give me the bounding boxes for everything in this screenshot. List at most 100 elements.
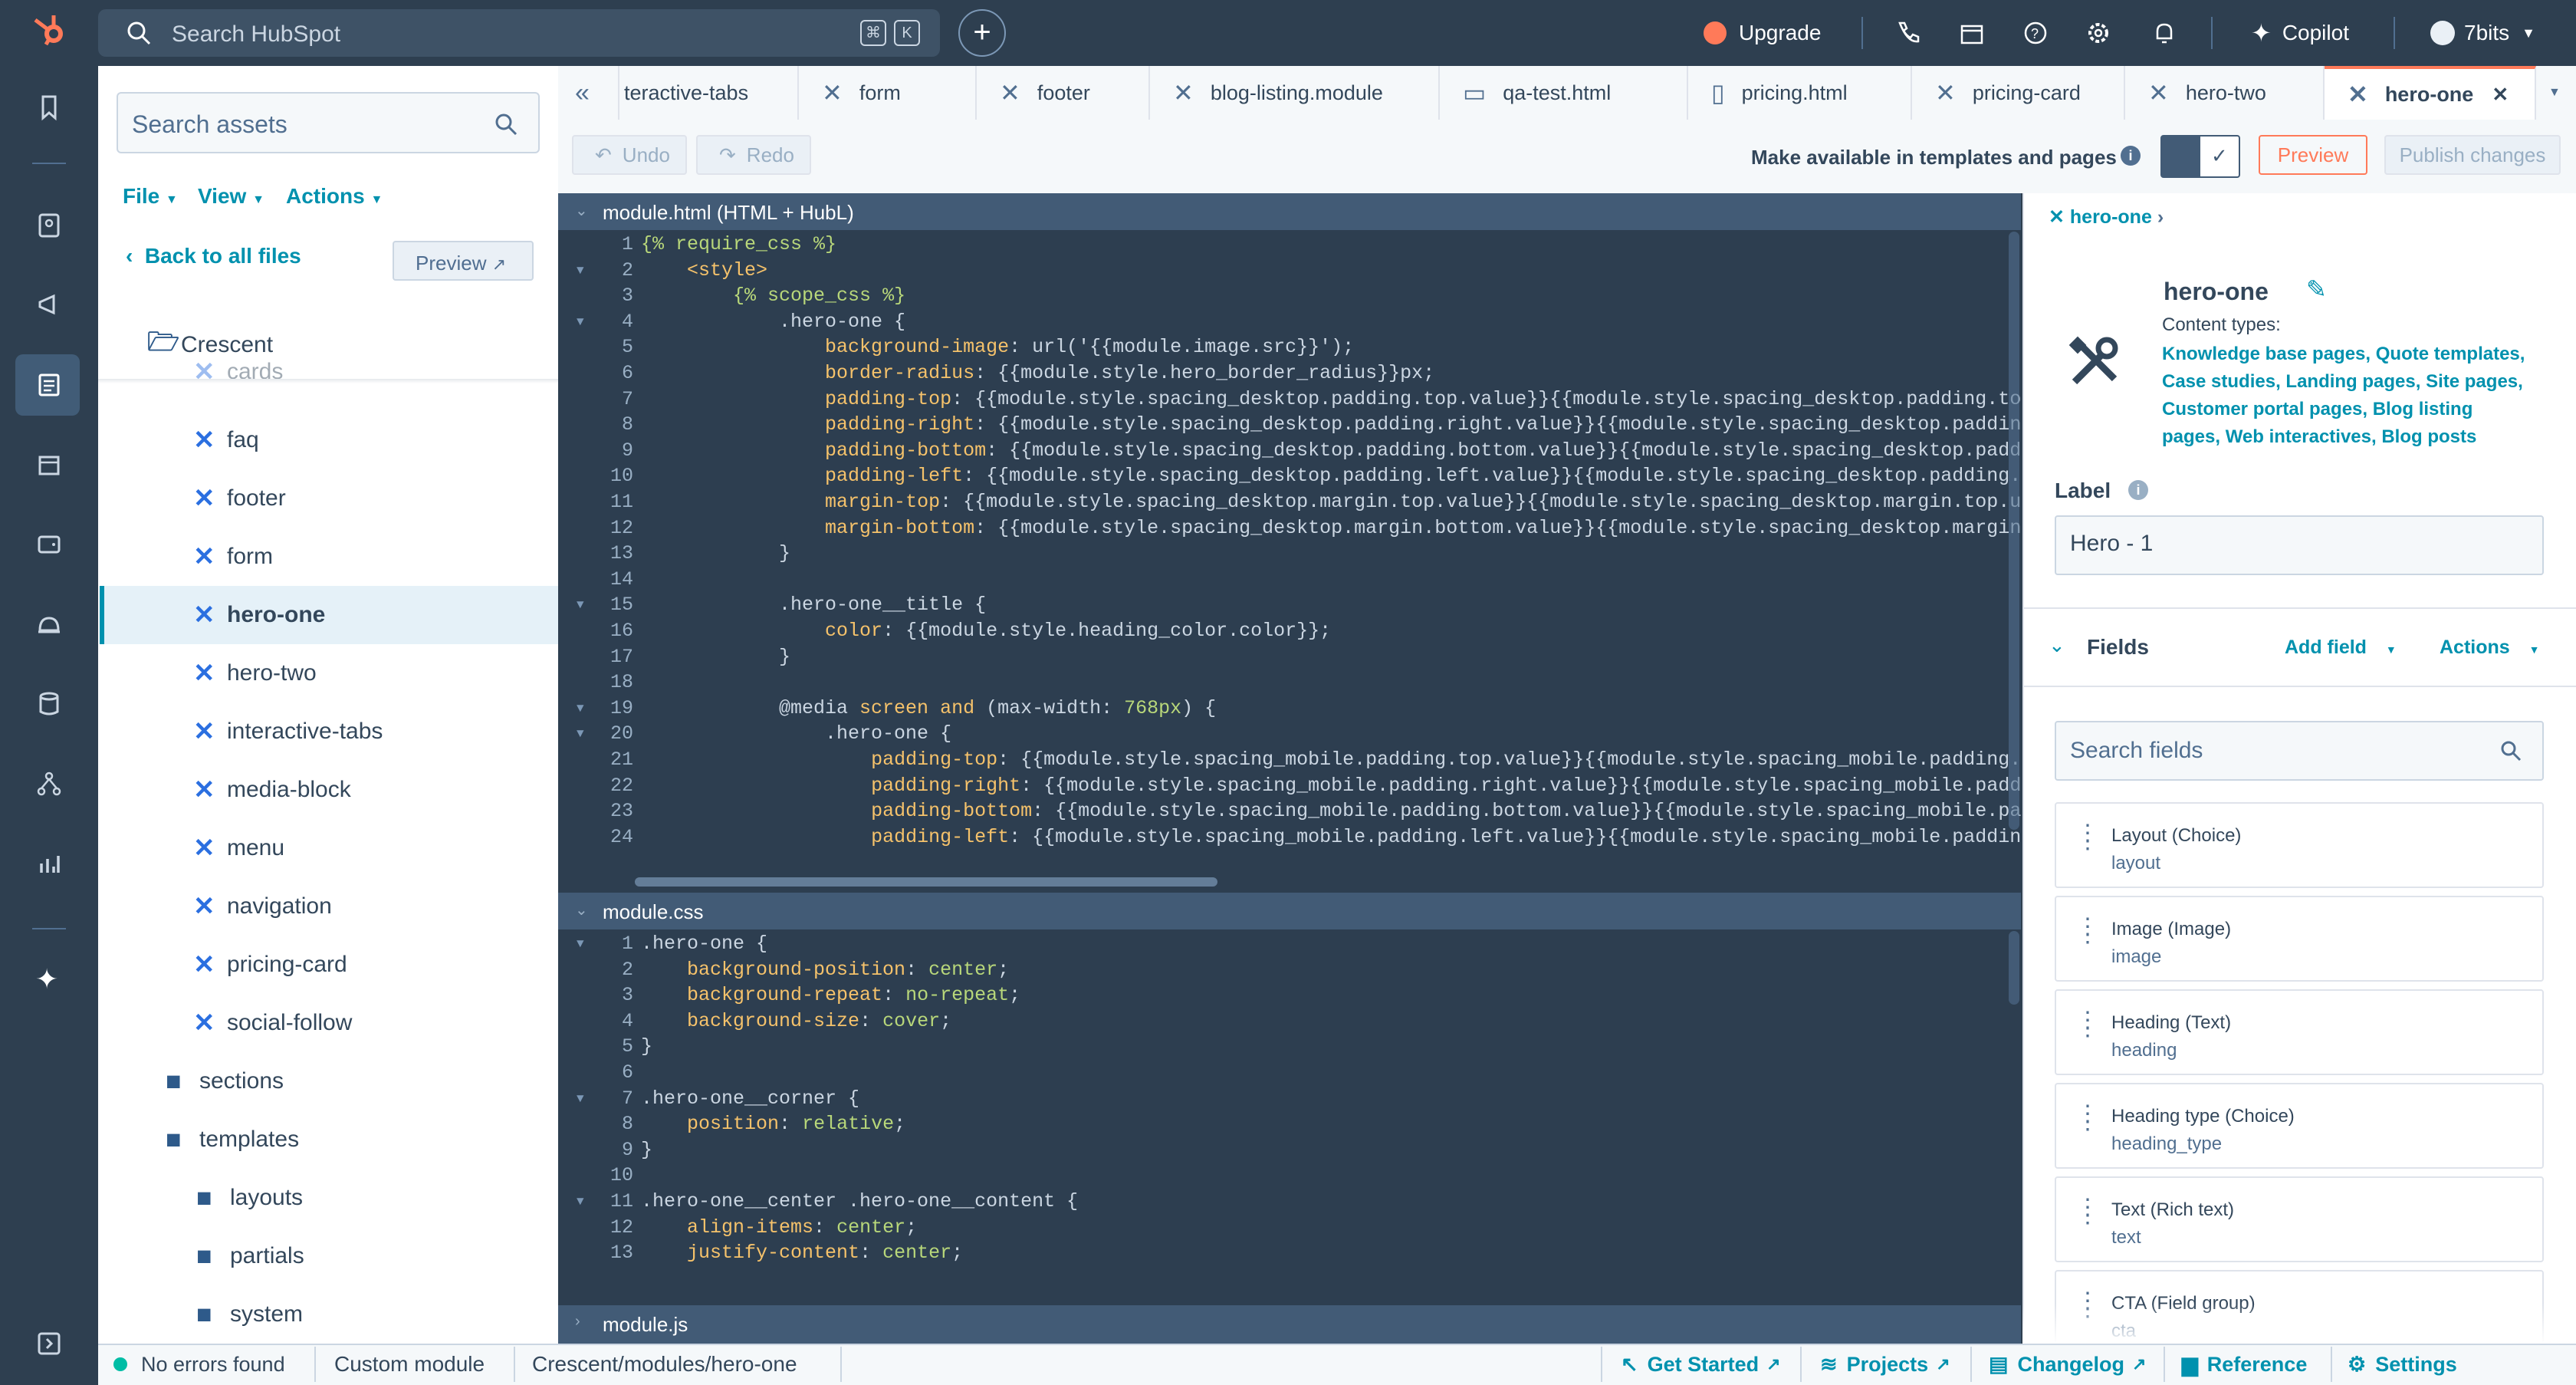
drag-handle-icon[interactable]: ⋮⋮ <box>2076 1009 2099 1040</box>
css-code-line[interactable]: 12 align-items: center; <box>558 1216 2021 1244</box>
js-pane-header[interactable]: › module.js <box>558 1305 2021 1344</box>
tree-item-hero-two[interactable]: ✕ hero-two <box>193 644 317 702</box>
database-icon[interactable] <box>32 687 66 721</box>
html-code-line[interactable]: 16 color: {{module.style.heading_color.c… <box>558 620 2021 647</box>
marketing-megaphone-icon[interactable] <box>32 288 66 322</box>
css-code-line[interactable]: 4 background-size: cover; <box>558 1010 2021 1038</box>
tree-item-faq[interactable]: ✕ faq <box>193 411 259 469</box>
css-code-line[interactable]: 11 ▼ .hero-one__center .hero-one__content … <box>558 1190 2021 1218</box>
field-card[interactable]: ⋮ ⋮ Layout (Choice) layout <box>2055 802 2544 888</box>
reference-link[interactable]: ▆ Reference <box>2182 1344 2307 1385</box>
html-code-line[interactable]: 20 ▼ .hero-one { <box>558 722 2021 750</box>
html-code-line[interactable]: 12 margin-bottom: {{module.style.spacing… <box>558 517 2021 544</box>
account-menu[interactable]: 7bits ▼ <box>2430 0 2535 66</box>
commerce-icon[interactable] <box>32 448 66 482</box>
drag-handle-icon[interactable]: ⋮⋮ <box>2076 822 2099 853</box>
tab-hero-two[interactable]: ✕ hero-two <box>2125 66 2325 120</box>
global-search-input[interactable]: Search HubSpot ⌘ K <box>98 9 940 57</box>
drag-handle-icon[interactable]: ⋮⋮ <box>2076 1103 2099 1133</box>
css-code-line[interactable]: 5} <box>558 1035 2021 1063</box>
html-code-line[interactable]: 14 <box>558 568 2021 596</box>
css-code-line[interactable]: 1 ▼ .hero-one { <box>558 933 2021 960</box>
html-code-line[interactable]: 6 border-radius: {{module.style.hero_bor… <box>558 362 2021 390</box>
html-code-line[interactable]: 19 ▼ @media screen and (max-width: 768px)… <box>558 697 2021 725</box>
html-code-line[interactable]: 3 {% scope_css %} <box>558 285 2021 312</box>
search-fields-input[interactable]: Search fields <box>2055 721 2544 781</box>
tab-footer[interactable]: ✕ footer <box>977 66 1150 120</box>
tree-folder-layouts[interactable]: ■ layouts <box>196 1169 303 1227</box>
tab-pricing-html[interactable]: ▯ pricing.html <box>1688 66 1912 120</box>
fold-toggle-icon[interactable]: ▼ <box>577 1195 584 1209</box>
tree-item-form[interactable]: ✕ form <box>193 528 273 586</box>
css-code-line[interactable]: 13 justify-content: center; <box>558 1242 2021 1269</box>
html-code-line[interactable]: 13 } <box>558 542 2021 570</box>
tree-item-navigation[interactable]: ✕ navigation <box>193 877 332 936</box>
html-code-line[interactable]: 23 padding-bottom: {{module.style.spacin… <box>558 800 2021 827</box>
css-code-line[interactable]: 2 background-position: center; <box>558 959 2021 986</box>
tree-item-interactive-tabs[interactable]: ✕ interactive-tabs <box>193 702 383 761</box>
preview-button[interactable]: Preview <box>2259 135 2367 175</box>
help-icon[interactable]: ? <box>2022 20 2049 46</box>
file-menu[interactable]: File ▼ <box>123 184 178 209</box>
fold-toggle-icon[interactable]: ▼ <box>577 937 584 951</box>
html-code-line[interactable]: 8 padding-right: {{module.style.spacing_… <box>558 413 2021 441</box>
settings-link[interactable]: ⚙ Settings <box>2348 1344 2457 1385</box>
phone-icon[interactable] <box>1895 20 1921 46</box>
automation-icon[interactable] <box>32 767 66 801</box>
bookmark-icon[interactable] <box>32 90 66 124</box>
html-code-line[interactable]: 10 padding-left: {{module.style.spacing_… <box>558 465 2021 492</box>
html-vertical-scrollbar[interactable] <box>2009 232 2019 830</box>
wallet-icon[interactable] <box>32 528 66 561</box>
publish-changes-button[interactable]: Publish changes <box>2384 135 2561 175</box>
tree-item-footer[interactable]: ✕ footer <box>193 469 286 528</box>
html-code-line[interactable]: 4 ▼ .hero-one { <box>558 311 2021 338</box>
html-horizontal-scrollbar[interactable] <box>635 877 1217 887</box>
field-card[interactable]: ⋮ ⋮ Text (Rich text) text <box>2055 1176 2544 1262</box>
ai-sparkle-icon[interactable]: ✦ <box>35 963 58 995</box>
html-code-line[interactable]: 2 ▼ <style> <box>558 259 2021 287</box>
html-pane-header[interactable]: ⌄ module.html (HTML + HubL) <box>558 193 2021 230</box>
back-to-all-files-link[interactable]: ‹ Back to all files <box>126 244 301 268</box>
css-code-line[interactable]: 7 ▼ .hero-one__corner { <box>558 1087 2021 1115</box>
undo-button[interactable]: ↶ Undo <box>572 135 687 175</box>
html-code-line[interactable]: 9 padding-bottom: {{module.style.spacing… <box>558 439 2021 467</box>
info-icon[interactable]: i <box>2121 146 2141 166</box>
drag-handle-icon[interactable]: ⋮⋮ <box>2076 1196 2099 1227</box>
sidebar-preview-button[interactable]: Preview ↗ <box>393 241 534 281</box>
html-code-line[interactable]: 1 {% require_css %} <box>558 233 2021 261</box>
settings-gear-icon[interactable] <box>2085 20 2111 46</box>
html-code-line[interactable]: 7 padding-top: {{module.style.spacing_de… <box>558 388 2021 416</box>
tab-teractive-tabs[interactable]: ✕teractive-tabs <box>619 66 799 120</box>
changelog-link[interactable]: ▤ Changelog ↗ <box>1989 1344 2146 1385</box>
tree-item-media-block[interactable]: ✕ media-block <box>193 761 351 819</box>
tab-overflow-button[interactable]: ▼ <box>2536 66 2576 120</box>
tab-blog-listing-module[interactable]: ✕ blog-listing.module <box>1150 66 1440 120</box>
css-code-line[interactable]: 6 <box>558 1061 2021 1089</box>
html-code-line[interactable]: 11 margin-top: {{module.style.spacing_de… <box>558 491 2021 518</box>
contacts-icon[interactable] <box>32 209 66 242</box>
fold-toggle-icon[interactable]: ▼ <box>577 598 584 612</box>
edit-pencil-icon[interactable]: ✎ <box>2306 275 2327 304</box>
actions-menu[interactable]: Actions ▼ <box>286 184 383 209</box>
fold-toggle-icon[interactable]: ▼ <box>577 727 584 741</box>
css-code-line[interactable]: 9} <box>558 1139 2021 1166</box>
reports-chart-icon[interactable] <box>32 847 66 880</box>
tree-item-menu[interactable]: ✕ menu <box>193 819 284 877</box>
tree-folder-sections[interactable]: ■ sections <box>166 1052 284 1110</box>
asset-search-input[interactable]: Search assets <box>117 92 540 153</box>
hubspot-logo[interactable] <box>29 12 69 52</box>
field-card[interactable]: ⋮ ⋮ Image (Image) image <box>2055 896 2544 982</box>
tab-pricing-card[interactable]: ✕ pricing-card <box>1912 66 2125 120</box>
tree-folder-templates[interactable]: ■ templates <box>166 1110 299 1169</box>
service-bell-icon[interactable] <box>32 607 66 641</box>
create-plus-button[interactable]: + <box>958 9 1006 57</box>
fold-toggle-icon[interactable]: ▼ <box>577 702 584 716</box>
html-code-line[interactable]: 21 padding-top: {{module.style.spacing_m… <box>558 748 2021 776</box>
css-code-line[interactable]: 3 background-repeat: no-repeat; <box>558 984 2021 1012</box>
projects-link[interactable]: ≋ Projects ↗ <box>1820 1344 1950 1385</box>
tree-item-pricing-card[interactable]: ✕ pricing-card <box>193 936 347 994</box>
html-code-line[interactable]: 5 background-image: url('{{module.image.… <box>558 336 2021 364</box>
css-code-line[interactable]: 8 position: relative; <box>558 1113 2021 1140</box>
html-code-line[interactable]: 18 <box>558 671 2021 699</box>
tab-qa-test-html[interactable]: ▭ qa-test.html <box>1440 66 1688 120</box>
